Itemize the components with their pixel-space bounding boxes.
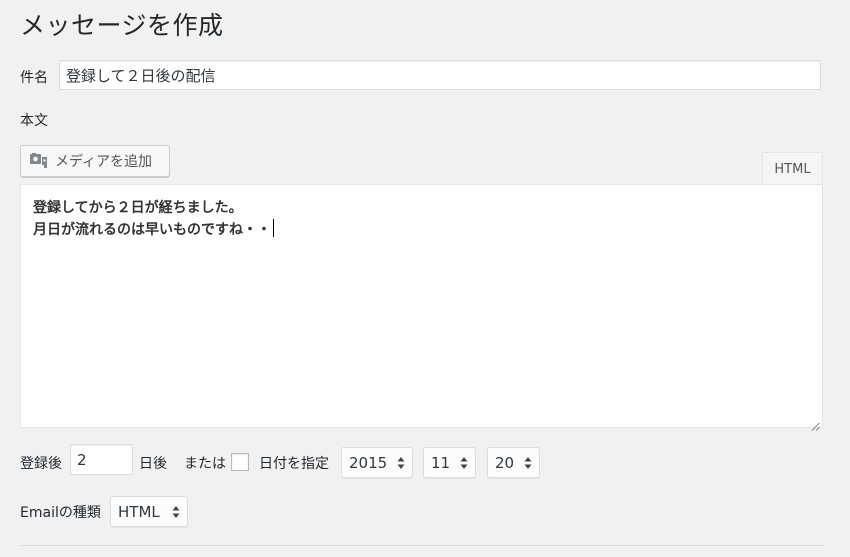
year-value: 2015 bbox=[349, 453, 388, 472]
text-caret bbox=[273, 219, 274, 237]
month-select[interactable]: 11 bbox=[423, 447, 476, 478]
subject-label: 件名 bbox=[20, 70, 48, 86]
select-arrows-icon bbox=[172, 505, 180, 519]
add-media-button[interactable]: メディアを追加 bbox=[20, 145, 170, 177]
specify-date-checkbox[interactable] bbox=[231, 453, 249, 471]
tab-html[interactable]: HTML bbox=[762, 152, 823, 185]
bottom-divider bbox=[20, 545, 823, 546]
page-title: メッセージを作成 bbox=[20, 11, 224, 40]
body-label: 本文 bbox=[20, 113, 48, 129]
resize-handle-icon[interactable] bbox=[811, 416, 820, 431]
add-media-label: メディアを追加 bbox=[55, 154, 153, 170]
message-body-editor[interactable]: 登録してから２日が経ちました。 月日が流れるのは早いものですね・・ bbox=[20, 184, 823, 431]
body-line-1: 登録してから２日が経ちました。 bbox=[33, 200, 243, 216]
email-type-value: HTML bbox=[118, 502, 160, 521]
email-type-label: Emailの種類 bbox=[20, 505, 101, 521]
select-arrows-icon bbox=[397, 456, 405, 470]
days-after-input[interactable] bbox=[70, 444, 133, 475]
after-registration-label: 登録後 bbox=[20, 456, 62, 472]
specify-date-label: 日付を指定 bbox=[259, 456, 329, 472]
email-type-select[interactable]: HTML bbox=[110, 496, 188, 527]
month-value: 11 bbox=[431, 453, 451, 472]
select-arrows-icon bbox=[460, 456, 468, 470]
days-unit-label: 日後 bbox=[139, 456, 167, 472]
day-value: 20 bbox=[495, 453, 515, 472]
body-line-2: 月日が流れるのは早いものですね・・ bbox=[33, 219, 810, 241]
or-label: または bbox=[184, 456, 226, 472]
year-select[interactable]: 2015 bbox=[341, 447, 413, 478]
select-arrows-icon bbox=[524, 456, 532, 470]
day-select[interactable]: 20 bbox=[487, 447, 540, 478]
media-icon bbox=[29, 152, 49, 170]
subject-input[interactable] bbox=[59, 60, 821, 90]
